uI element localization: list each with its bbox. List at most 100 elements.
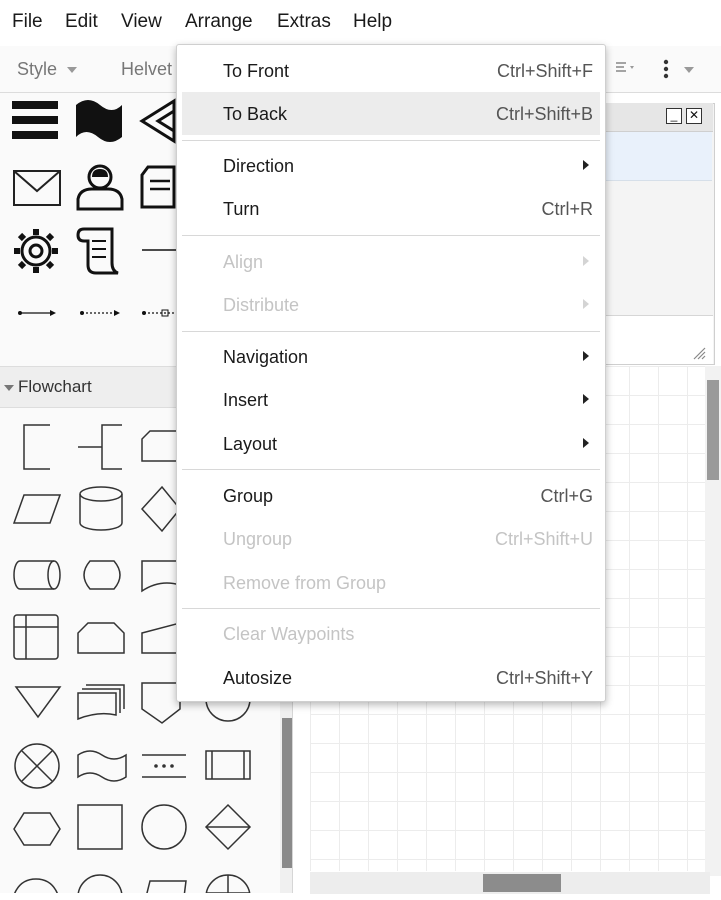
submenu-arrow-icon <box>583 256 589 266</box>
annotation-shape-icon[interactable] <box>20 423 56 471</box>
database-shape-icon[interactable] <box>78 485 124 533</box>
menu-view[interactable]: View <box>121 11 162 33</box>
menu-item-ungroup: Ungroup Ctrl+Shift+U <box>177 517 605 560</box>
menu-item-turn[interactable]: Turn Ctrl+R <box>177 187 605 230</box>
menu-item-direction[interactable]: Direction <box>177 144 605 187</box>
paper-tape-shape-icon[interactable] <box>76 749 128 783</box>
menu-file[interactable]: File <box>12 11 43 33</box>
text-align-icon <box>616 62 634 72</box>
menu-item-insert[interactable]: Insert <box>177 378 605 421</box>
transfer-shape-icon[interactable] <box>204 869 254 893</box>
menu-item-label: Remove from Group <box>223 573 387 593</box>
dashed-connector-icon[interactable] <box>78 307 122 319</box>
menu-item-shortcut: Ctrl+Shift+B <box>495 104 593 124</box>
menu-item-label: Layout <box>223 434 278 454</box>
submenu-arrow-icon <box>583 299 589 309</box>
submenu-arrow-icon <box>583 394 589 404</box>
menu-item-label: Clear Waypoints <box>223 624 355 644</box>
direct-data-shape-icon[interactable] <box>12 557 64 593</box>
line-shape-icon[interactable] <box>140 245 176 255</box>
minimize-button[interactable]: _ <box>666 108 682 124</box>
or-shape-icon[interactable] <box>12 741 62 791</box>
menu-help[interactable]: Help <box>353 11 392 33</box>
card-shape-icon[interactable] <box>140 429 180 463</box>
horizontal-lines-shape-icon[interactable] <box>12 101 60 141</box>
sidebar-scroll-thumb[interactable] <box>282 718 292 868</box>
menu-item-autosize[interactable]: Autosize Ctrl+Shift+Y <box>177 656 605 699</box>
menu-item-label: Ungroup <box>223 529 293 549</box>
menu-item-layout[interactable]: Layout <box>177 422 605 465</box>
menu-item-shortcut: Ctrl+R <box>541 199 593 219</box>
annotation-branch-shape-icon[interactable] <box>76 423 126 471</box>
manual-input-shape-icon[interactable] <box>140 621 180 657</box>
menu-item-label: Turn <box>223 199 260 219</box>
menu-item-clear-waypoints: Clear Waypoints <box>177 612 605 655</box>
canvas-vertical-scroll-thumb[interactable] <box>707 380 719 480</box>
menu-separator <box>182 235 600 236</box>
merge-shape-icon[interactable] <box>14 685 62 719</box>
internal-storage-shape-icon[interactable] <box>12 613 62 663</box>
flowchart-section-title: Flowchart <box>18 377 92 396</box>
style-dropdown[interactable]: Style <box>17 59 78 80</box>
stored-data-shape-icon[interactable] <box>12 877 62 893</box>
menu-separator <box>182 331 600 332</box>
menu-item-shortcut: Ctrl+Shift+F <box>496 61 593 81</box>
close-button[interactable]: ✕ <box>686 108 702 124</box>
menu-item-to-back[interactable]: To Back Ctrl+Shift+B <box>182 92 600 135</box>
menu-item-label: Align <box>223 252 264 272</box>
predefined-process-shape-icon[interactable] <box>204 747 252 783</box>
menubar: File Edit View Arrange Extras Help <box>0 0 721 44</box>
menu-item-group[interactable]: Group Ctrl+G <box>177 474 605 517</box>
decision-shape-icon[interactable] <box>140 485 180 533</box>
display-shape-icon[interactable] <box>76 557 128 593</box>
menu-extras[interactable]: Extras <box>277 11 331 33</box>
connector-line-icon[interactable] <box>16 307 58 319</box>
style-label: Style <box>17 59 58 79</box>
parallel-mode-shape-icon[interactable] <box>140 751 188 781</box>
terminator-shape-icon[interactable] <box>140 879 188 893</box>
multi-document-shape-icon[interactable] <box>76 683 128 721</box>
more-options-button[interactable] <box>656 58 696 85</box>
summing-junction-shape-icon[interactable] <box>76 871 126 893</box>
document-icon[interactable] <box>138 163 178 213</box>
envelope-icon[interactable] <box>12 167 64 209</box>
menu-edit[interactable]: Edit <box>65 11 98 33</box>
menu-item-label: To Back <box>223 104 288 124</box>
menu-item-label: Autosize <box>223 668 293 688</box>
menu-separator <box>182 608 600 609</box>
chevron-down-icon <box>67 67 78 74</box>
more-vertical-icon <box>663 59 694 79</box>
tape-shape-icon[interactable] <box>74 99 124 143</box>
menu-item-to-front[interactable]: To Front Ctrl+Shift+F <box>177 49 605 92</box>
menu-item-label: Insert <box>223 390 269 410</box>
user-icon[interactable] <box>74 161 126 211</box>
menu-item-shortcut: Ctrl+Shift+U <box>494 529 593 549</box>
link-connector-icon[interactable] <box>140 307 180 319</box>
font-dropdown[interactable]: Helvet <box>121 59 172 80</box>
menu-item-label: Group <box>223 486 274 506</box>
menu-item-navigation[interactable]: Navigation <box>177 335 605 378</box>
loop-limit-shape-icon[interactable] <box>76 621 126 657</box>
sort-shape-icon[interactable] <box>204 803 254 853</box>
resize-grip-icon[interactable] <box>692 346 706 360</box>
start-shape-icon[interactable] <box>140 803 190 853</box>
menu-item-shortcut: Ctrl+Shift+Y <box>495 668 593 688</box>
menu-item-label: To Front <box>223 61 290 81</box>
document-shape-icon[interactable] <box>140 557 180 593</box>
preparation-shape-icon[interactable] <box>12 811 62 847</box>
gear-icon[interactable] <box>10 225 62 277</box>
rewind-shape-icon[interactable] <box>138 97 178 145</box>
menu-item-distribute: Distribute <box>177 283 605 326</box>
canvas-horizontal-scroll-thumb[interactable] <box>483 874 561 892</box>
menu-item-label: Navigation <box>223 347 309 367</box>
data-shape-icon[interactable] <box>12 491 62 527</box>
menu-separator <box>182 140 600 141</box>
text-align-button[interactable] <box>610 59 638 84</box>
submenu-arrow-icon <box>583 160 589 170</box>
arrange-menu: To Front Ctrl+Shift+F To Back Ctrl+Shift… <box>176 44 606 702</box>
menu-arrange[interactable]: Arrange <box>185 11 253 33</box>
scroll-icon[interactable] <box>74 223 124 277</box>
menu-item-align: Align <box>177 240 605 283</box>
expand-triangle-icon <box>4 385 14 391</box>
process-shape-icon[interactable] <box>76 803 126 853</box>
